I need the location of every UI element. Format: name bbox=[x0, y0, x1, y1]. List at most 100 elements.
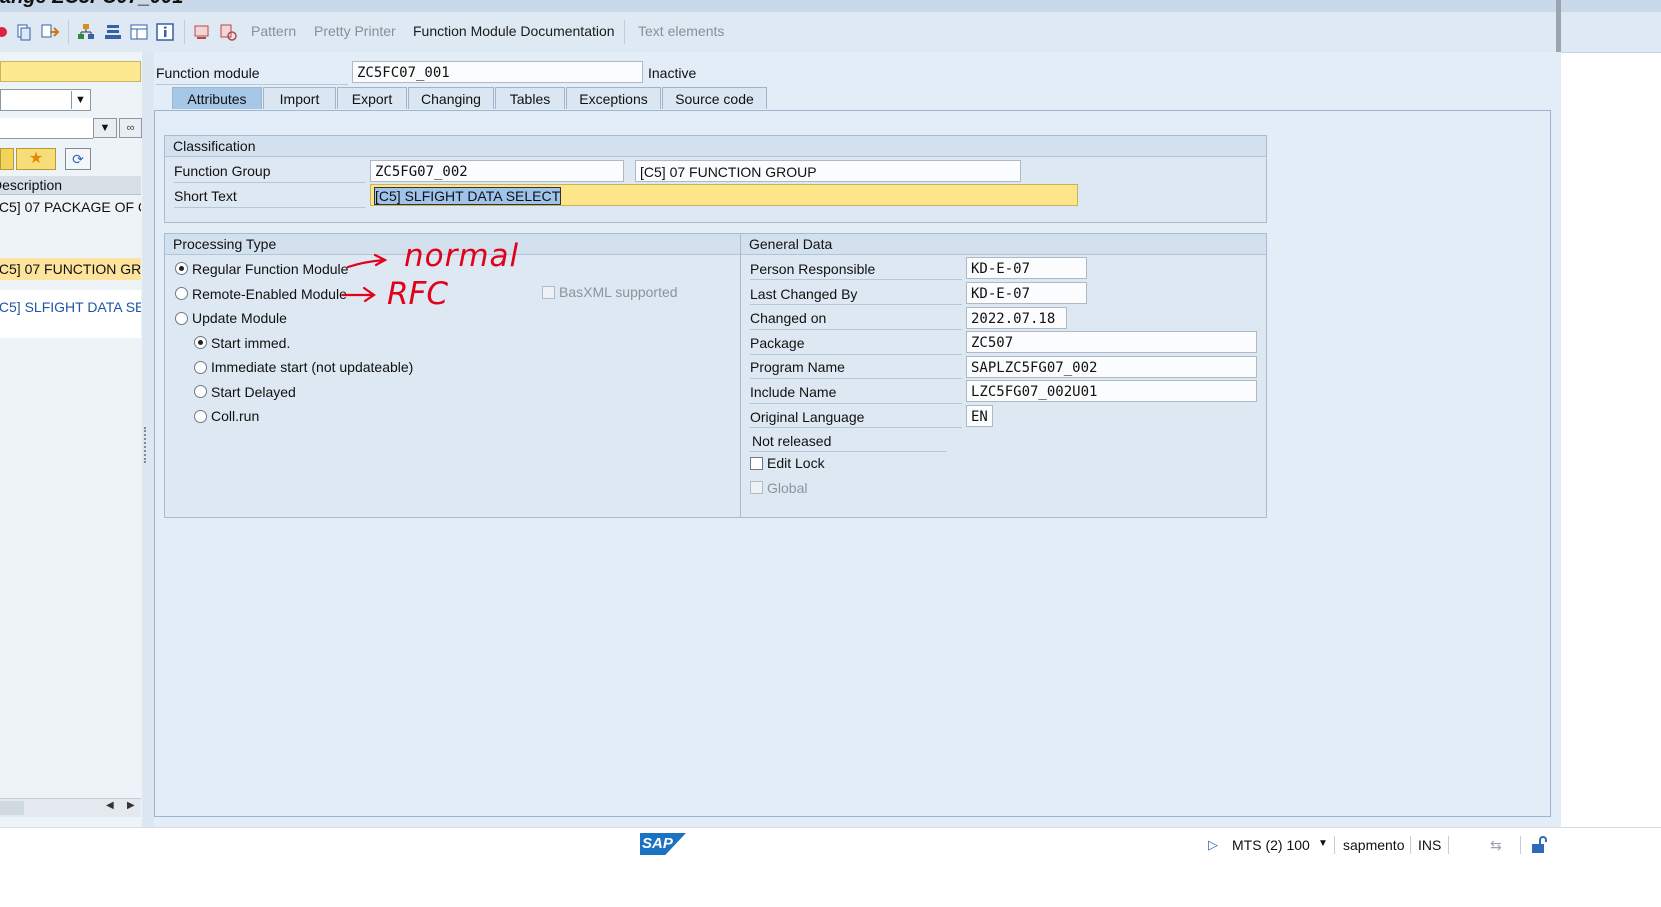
test-icon[interactable] bbox=[192, 22, 212, 42]
object-type-select[interactable]: ▼ bbox=[0, 89, 91, 111]
tree-row-selected[interactable]: [C5] 07 FUNCTION GRO bbox=[0, 258, 141, 280]
start-immed-radio[interactable] bbox=[194, 336, 207, 349]
hierarchy-icon[interactable] bbox=[76, 22, 96, 42]
function-group-label: Function Group bbox=[174, 163, 271, 179]
tab-import[interactable]: Import bbox=[263, 87, 336, 109]
scroll-thumb[interactable] bbox=[0, 801, 24, 815]
text-elements-button[interactable]: Text elements bbox=[638, 23, 724, 39]
annotation-normal: normal bbox=[404, 238, 520, 274]
edit-toggle-icon[interactable] bbox=[0, 22, 12, 42]
debug-icon[interactable] bbox=[218, 22, 238, 42]
window-title-bar: ange ZC5FC07_001 bbox=[0, 0, 1661, 12]
short-text-input[interactable]: [C5] SLFIGHT DATA SELECT bbox=[370, 184, 1078, 206]
pane-splitter[interactable] bbox=[142, 52, 154, 827]
favorites-star-icon[interactable]: ★ bbox=[16, 148, 56, 170]
where-used-icon[interactable] bbox=[14, 22, 34, 42]
update-module-radio[interactable] bbox=[175, 312, 188, 325]
expand-status-icon[interactable]: ▷ bbox=[1208, 837, 1218, 853]
annotation-arrow-icon bbox=[341, 286, 376, 303]
pretty-printer-button[interactable]: Pretty Printer bbox=[314, 23, 396, 39]
regular-module-label: Regular Function Module bbox=[192, 261, 349, 277]
immediate-start-radio[interactable] bbox=[194, 361, 207, 374]
function-module-label: Function module bbox=[156, 65, 260, 81]
chevron-down-icon[interactable]: ▼ bbox=[1318, 838, 1328, 849]
group-title: General Data bbox=[741, 234, 1266, 255]
refresh-icon[interactable]: ⟳ bbox=[65, 148, 91, 170]
tab-changing[interactable]: Changing bbox=[408, 87, 494, 109]
unlock-icon[interactable] bbox=[1529, 835, 1549, 855]
function-group-input[interactable]: ZC5FG07_002 bbox=[370, 160, 624, 182]
short-text-label: Short Text bbox=[174, 188, 237, 204]
global-label: Global bbox=[767, 480, 808, 496]
label-underline bbox=[174, 207, 366, 208]
annotation-arrow-icon bbox=[346, 253, 388, 269]
transfer-icon[interactable]: ⇆ bbox=[1490, 837, 1502, 854]
edit-lock-checkbox[interactable] bbox=[750, 457, 763, 470]
pattern-button[interactable]: Pattern bbox=[251, 23, 296, 39]
tree-row-label: [C5] SLFIGHT DATA SEL bbox=[0, 299, 141, 315]
tab-exceptions[interactable]: Exceptions bbox=[566, 87, 661, 109]
last-changed-by-field: KD-E-07 bbox=[966, 282, 1087, 304]
coll-run-radio[interactable] bbox=[194, 410, 207, 423]
object-name-input[interactable] bbox=[0, 61, 141, 82]
label-underline bbox=[156, 84, 348, 85]
layout-icon[interactable] bbox=[129, 22, 149, 42]
tab-source-code[interactable]: Source code bbox=[662, 87, 767, 109]
window-edge bbox=[1556, 0, 1561, 52]
tab-attributes[interactable]: Attributes bbox=[172, 87, 262, 109]
function-module-input[interactable]: ZC5FC07_001 bbox=[352, 61, 643, 83]
input-mode[interactable]: INS bbox=[1418, 837, 1441, 853]
object-navigator-pane: ▼ ▼ ∞ ★ ⟳ Description [C5] 07 PACKAGE OF… bbox=[0, 52, 143, 827]
update-module-label: Update Module bbox=[192, 310, 287, 326]
global-checkbox[interactable] bbox=[750, 481, 763, 494]
tab-export[interactable]: Export bbox=[337, 87, 407, 109]
not-released-text: Not released bbox=[752, 433, 832, 449]
fm-documentation-button[interactable]: Function Module Documentation bbox=[413, 23, 615, 39]
changed-on-field: 2022.07.18 bbox=[966, 307, 1067, 329]
annotation-rfc: RFC bbox=[387, 276, 449, 312]
basxml-label: BasXML supported bbox=[559, 284, 678, 300]
start-delayed-radio[interactable] bbox=[194, 385, 207, 398]
horizontal-scrollbar[interactable]: ◀ ▶ bbox=[0, 798, 141, 817]
scroll-right-icon[interactable]: ▶ bbox=[127, 800, 135, 811]
edit-lock-label: Edit Lock bbox=[767, 455, 825, 471]
person-responsible-label: Person Responsible bbox=[750, 261, 876, 277]
label-underline bbox=[750, 451, 946, 452]
changed-on-label: Changed on bbox=[750, 310, 827, 326]
tab-tables[interactable]: Tables bbox=[495, 87, 565, 109]
divider bbox=[1448, 836, 1449, 854]
function-group-description: [C5] 07 FUNCTION GROUP bbox=[635, 160, 1021, 182]
dropdown-button[interactable]: ▼ bbox=[93, 118, 117, 138]
divider bbox=[1334, 836, 1335, 854]
person-responsible-field: KD-E-07 bbox=[966, 257, 1087, 279]
chevron-down-icon: ▼ bbox=[99, 122, 111, 134]
package-label: Package bbox=[750, 335, 805, 351]
chevron-down-icon[interactable]: ▼ bbox=[71, 91, 89, 109]
splitter-grip[interactable] bbox=[144, 427, 149, 463]
tree-row-label: [C5] 07 FUNCTION GRO bbox=[0, 261, 141, 277]
remote-module-radio[interactable] bbox=[175, 287, 188, 300]
status-bar: SAP ▷ MTS (2) 100 ▼ sapmento INS ⇆ bbox=[0, 827, 1661, 907]
display-object-list-icon[interactable] bbox=[40, 22, 60, 42]
info-icon[interactable] bbox=[155, 22, 175, 42]
server-name: sapmento bbox=[1343, 837, 1405, 853]
tree-add-icon[interactable] bbox=[0, 148, 14, 170]
start-delayed-label: Start Delayed bbox=[211, 384, 296, 400]
tree-row-highlight[interactable]: [C5] SLFIGHT DATA SEL bbox=[0, 290, 141, 338]
label-underline bbox=[750, 279, 962, 280]
application-toolbar: Pattern Pretty Printer Function Module D… bbox=[0, 12, 1661, 53]
basxml-checkbox[interactable] bbox=[542, 286, 555, 299]
object-value-input[interactable] bbox=[0, 118, 93, 139]
group-title: Classification bbox=[165, 136, 1266, 157]
coll-run-label: Coll.run bbox=[211, 408, 260, 424]
display-glasses-icon[interactable]: ∞ bbox=[119, 118, 142, 138]
scroll-left-icon[interactable]: ◀ bbox=[106, 800, 114, 811]
tree-row[interactable]: [C5] 07 PACKAGE OF CL bbox=[0, 199, 141, 215]
last-changed-by-label: Last Changed By bbox=[750, 286, 858, 302]
tree-column-header: Description bbox=[0, 176, 141, 195]
regular-module-radio[interactable] bbox=[175, 262, 188, 275]
stack-icon[interactable] bbox=[103, 22, 123, 42]
original-language-field: EN bbox=[966, 405, 993, 427]
divider bbox=[1410, 836, 1411, 854]
label-underline bbox=[750, 403, 962, 404]
